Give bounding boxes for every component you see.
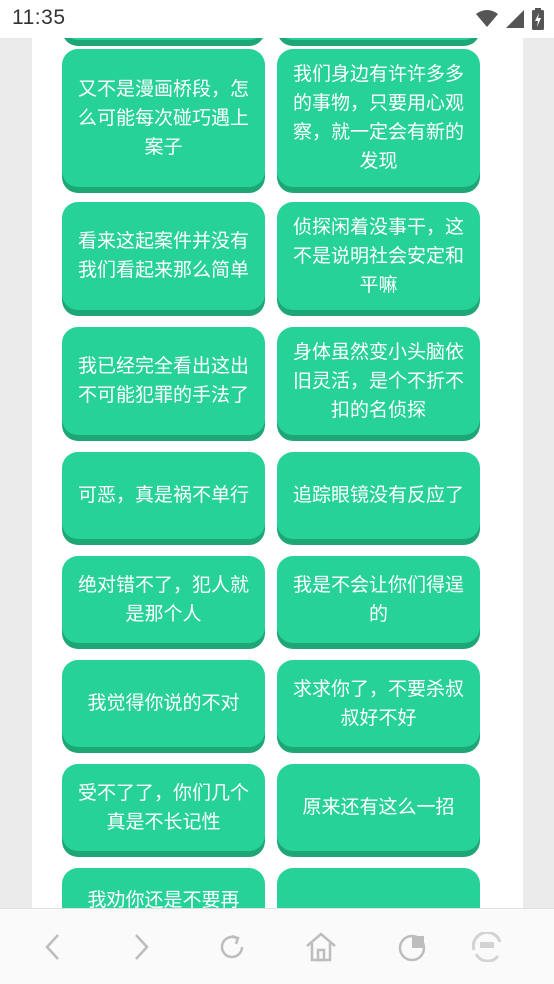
- phrase-button[interactable]: 可恶，真是祸不单行: [62, 452, 265, 539]
- home-icon[interactable]: [301, 927, 341, 967]
- phrase-button[interactable]: 我们身边有许许多多的事物，只要用心观察，就一定会有新的发现: [277, 49, 480, 187]
- battery-charging-icon: [532, 8, 544, 34]
- phrase-button[interactable]: 追踪眼镜没有反应了: [277, 452, 480, 539]
- phrase-button[interactable]: 我是不会让你们得逞的: [277, 556, 480, 643]
- tabs-icon[interactable]: [393, 927, 433, 967]
- bottom-nav-bar: [0, 908, 554, 984]
- wifi-icon: [476, 10, 498, 32]
- phrase-button[interactable]: 我觉得你说的不对: [62, 660, 265, 747]
- phrase-button[interactable]: 又不是漫画桥段，怎么可能每次碰巧遇上案子: [62, 49, 265, 187]
- content-area[interactable]: 又不是漫画桥段，怎么可能每次碰巧遇上案子 我们身边有许许多多的事物，只要用心观察…: [0, 38, 554, 908]
- status-bar: 11:35: [0, 0, 554, 38]
- phrase-button[interactable]: 我已经完全看出这出不可能犯罪的手法了: [62, 327, 265, 435]
- signal-icon: [506, 10, 524, 32]
- back-icon[interactable]: [33, 927, 73, 967]
- phrase-button[interactable]: [62, 38, 265, 40]
- forward-icon[interactable]: [121, 927, 161, 967]
- phrase-button[interactable]: 侦探闲着没事干，这不是说明社会安定和平嘛: [277, 202, 480, 310]
- phrase-button[interactable]: 绝对错不了，犯人就是那个人: [62, 556, 265, 643]
- refresh-icon[interactable]: [212, 927, 252, 967]
- phrase-button[interactable]: 求求你了，不要杀叔叔好不好: [277, 660, 480, 747]
- phrase-button[interactable]: [277, 38, 480, 40]
- phrase-button[interactable]: 看来这起案件并没有我们看起来那么简单: [62, 202, 265, 310]
- phrase-button[interactable]: 身体虽然变小头脑依旧灵活，是个不折不扣的名侦探: [277, 327, 480, 435]
- menu-icon[interactable]: [467, 927, 507, 967]
- phrase-button[interactable]: 我劝你还是不要再: [62, 868, 265, 908]
- status-time: 11:35: [12, 6, 66, 29]
- phrase-button[interactable]: 受不了了，你们几个真是不长记性: [62, 764, 265, 851]
- phrase-button[interactable]: [277, 868, 480, 908]
- phrase-button[interactable]: 原来还有这么一招: [277, 764, 480, 851]
